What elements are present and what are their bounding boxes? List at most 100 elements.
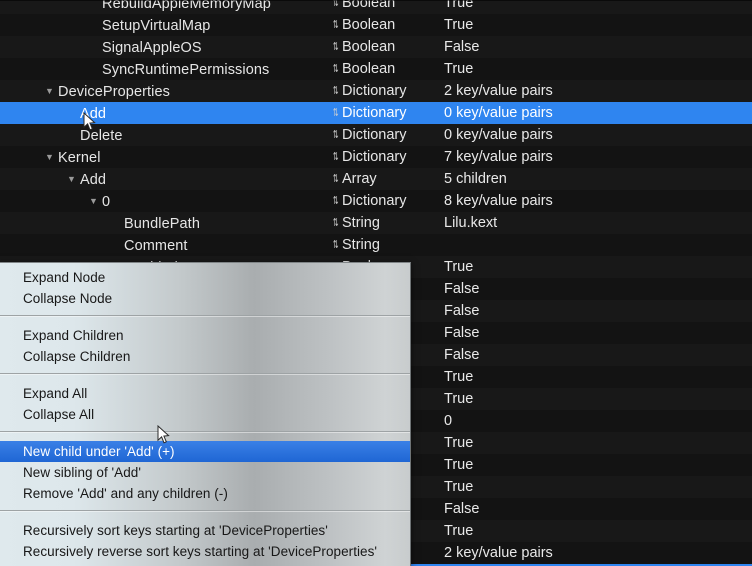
tree-row[interactable]: ▼Add ⇅Dictionary 0 key/value pairs: [0, 102, 752, 124]
tree-row-type[interactable]: ⇅Dictionary: [331, 124, 407, 146]
tree-row-value[interactable]: 5 children: [444, 168, 507, 190]
menu-item[interactable]: Recursively reverse sort keys starting a…: [0, 541, 410, 562]
menu-item[interactable]: Collapse All: [0, 404, 410, 425]
menu-item[interactable]: New sibling of 'Add': [0, 462, 410, 483]
tree-row-key: ▼Delete: [66, 124, 123, 146]
menu-item[interactable]: Expand Node: [0, 267, 410, 288]
disclosure-triangle-icon[interactable]: ▼: [66, 168, 77, 190]
type-stepper-icon[interactable]: ⇅: [333, 168, 339, 190]
tree-row-type-label: Array: [342, 171, 377, 187]
tree-row-value[interactable]: True: [444, 256, 473, 278]
tree-row-value[interactable]: True: [444, 14, 473, 36]
tree-row-type-label: Boolean: [342, 39, 396, 55]
tree-row[interactable]: ▼Comment ⇅String: [0, 234, 752, 256]
tree-row-type-label: Dictionary: [342, 83, 407, 99]
type-stepper-icon[interactable]: ⇅: [333, 36, 339, 58]
tree-row-type[interactable]: ⇅ Array: [331, 168, 377, 190]
disclosure-spacer: ▼: [110, 234, 121, 256]
type-stepper-icon[interactable]: ⇅: [333, 234, 339, 256]
tree-row-type[interactable]: ⇅Boolean: [331, 58, 395, 80]
tree-row-key-label: RebuildAppleMemoryMap: [102, 0, 271, 12]
tree-row-key: ▼BundlePath: [110, 212, 200, 234]
tree-row-value[interactable]: 0 key/value pairs: [444, 102, 553, 124]
tree-row-type-label: Dictionary: [342, 193, 407, 209]
tree-row-value[interactable]: 8 key/value pairs: [444, 190, 553, 212]
type-stepper-icon[interactable]: ⇅: [333, 124, 339, 146]
type-stepper-icon[interactable]: ⇅: [333, 146, 339, 168]
type-stepper-icon[interactable]: ⇅: [333, 58, 339, 80]
tree-row-type[interactable]: ⇅ String: [331, 234, 380, 256]
tree-row-value[interactable]: 0: [444, 410, 452, 432]
menu-group: Expand Children Collapse Children: [0, 321, 410, 367]
disclosure-spacer: ▼: [88, 36, 99, 58]
menu-item[interactable]: Expand All: [0, 383, 410, 404]
tree-row-value[interactable]: False: [444, 344, 479, 366]
type-stepper-icon[interactable]: ⇅: [333, 14, 339, 36]
tree-row[interactable]: ▼RebuildAppleMemoryMap ⇅Boolean True: [0, 0, 752, 14]
menu-item[interactable]: Remove 'Add' and any children (-): [0, 483, 410, 504]
disclosure-spacer: ▼: [88, 0, 99, 14]
tree-row-value[interactable]: False: [444, 498, 479, 520]
tree-row-value[interactable]: False: [444, 36, 479, 58]
disclosure-triangle-icon[interactable]: ▼: [44, 146, 55, 168]
context-menu[interactable]: Expand Node Collapse Node Expand Children C…: [0, 262, 411, 566]
type-stepper-icon[interactable]: ⇅: [333, 0, 339, 14]
tree-row-type[interactable]: ⇅Dictionary: [331, 102, 407, 124]
menu-item[interactable]: Recursively sort keys starting at 'Devic…: [0, 520, 410, 541]
tree-row-value[interactable]: True: [444, 388, 473, 410]
tree-row-value[interactable]: 0 key/value pairs: [444, 124, 553, 146]
tree-row[interactable]: ▼BundlePath ⇅String Lilu.kext: [0, 212, 752, 234]
tree-row-value[interactable]: True: [444, 432, 473, 454]
tree-row-value[interactable]: True: [444, 58, 473, 80]
tree-row-type-label: Boolean: [342, 0, 396, 11]
menu-item[interactable]: Sort keys in 'DeviceProperties': [0, 562, 410, 566]
disclosure-triangle-icon[interactable]: ▼: [44, 80, 55, 102]
tree-row-value[interactable]: True: [444, 454, 473, 476]
tree-row-type-label: String: [342, 215, 380, 231]
tree-row-type[interactable]: ⇅Boolean: [331, 0, 395, 14]
tree-row[interactable]: ▼ Kernel ⇅ Dictionary 7 key/value pairs: [0, 146, 752, 168]
tree-row[interactable]: ▼ 0 ⇅ Dictionary 8 key/value pairs: [0, 190, 752, 212]
disclosure-spacer: ▼: [88, 14, 99, 36]
tree-row-value[interactable]: True: [444, 520, 473, 542]
tree-row-value[interactable]: Lilu.kext: [444, 212, 497, 234]
tree-row-type[interactable]: ⇅ String: [331, 212, 380, 234]
tree-row-value[interactable]: 2 key/value pairs: [444, 80, 553, 102]
tree-row[interactable]: ▼SetupVirtualMap ⇅Boolean True: [0, 14, 752, 36]
tree-row-key-label: Add: [80, 172, 107, 188]
tree-row-value[interactable]: False: [444, 278, 479, 300]
window-top-edge: [0, 0, 752, 1]
type-stepper-icon[interactable]: ⇅: [333, 212, 339, 234]
tree-row[interactable]: ▼SignalAppleOS ⇅Boolean False: [0, 36, 752, 58]
tree-row-value[interactable]: 7 key/value pairs: [444, 146, 553, 168]
menu-separator: [0, 373, 410, 374]
tree-row-value[interactable]: False: [444, 300, 479, 322]
tree-row[interactable]: ▼ Add ⇅ Array 5 children: [0, 168, 752, 190]
menu-item[interactable]: New child under 'Add' (+): [0, 441, 410, 462]
tree-row-value[interactable]: True: [444, 0, 473, 14]
menu-item[interactable]: Expand Children: [0, 325, 410, 346]
tree-row-type[interactable]: ⇅Dictionary: [331, 80, 407, 102]
tree-row-type[interactable]: ⇅Boolean: [331, 36, 395, 58]
tree-row[interactable]: ▼Delete ⇅Dictionary 0 key/value pairs: [0, 124, 752, 146]
tree-row-type[interactable]: ⇅Dictionary: [331, 190, 407, 212]
tree-row-value[interactable]: False: [444, 322, 479, 344]
tree-row-value[interactable]: True: [444, 366, 473, 388]
tree-row-value[interactable]: 2 key/value pairs: [444, 542, 553, 564]
tree-row-type-label: Boolean: [342, 17, 396, 33]
tree-row-key-label: Kernel: [58, 150, 101, 166]
menu-item[interactable]: Collapse Node: [0, 288, 410, 309]
tree-row[interactable]: ▼ DeviceProperties ⇅ Dictionary 2 key/value …: [0, 80, 752, 102]
tree-row-key-label: Add: [80, 106, 107, 122]
tree-row-key-label: DeviceProperties: [58, 84, 171, 100]
type-stepper-icon[interactable]: ⇅: [333, 102, 339, 124]
tree-row-type[interactable]: ⇅Boolean: [331, 14, 395, 36]
type-stepper-icon[interactable]: ⇅: [333, 80, 339, 102]
menu-group: Expand Node Collapse Node: [0, 263, 410, 309]
tree-row-type[interactable]: ⇅Dictionary: [331, 146, 407, 168]
menu-item[interactable]: Collapse Children: [0, 346, 410, 367]
tree-row-value[interactable]: True: [444, 476, 473, 498]
type-stepper-icon[interactable]: ⇅: [333, 190, 339, 212]
disclosure-triangle-icon[interactable]: ▼: [88, 190, 99, 212]
tree-row[interactable]: ▼SyncRuntimePermissions ⇅Boolean True: [0, 58, 752, 80]
